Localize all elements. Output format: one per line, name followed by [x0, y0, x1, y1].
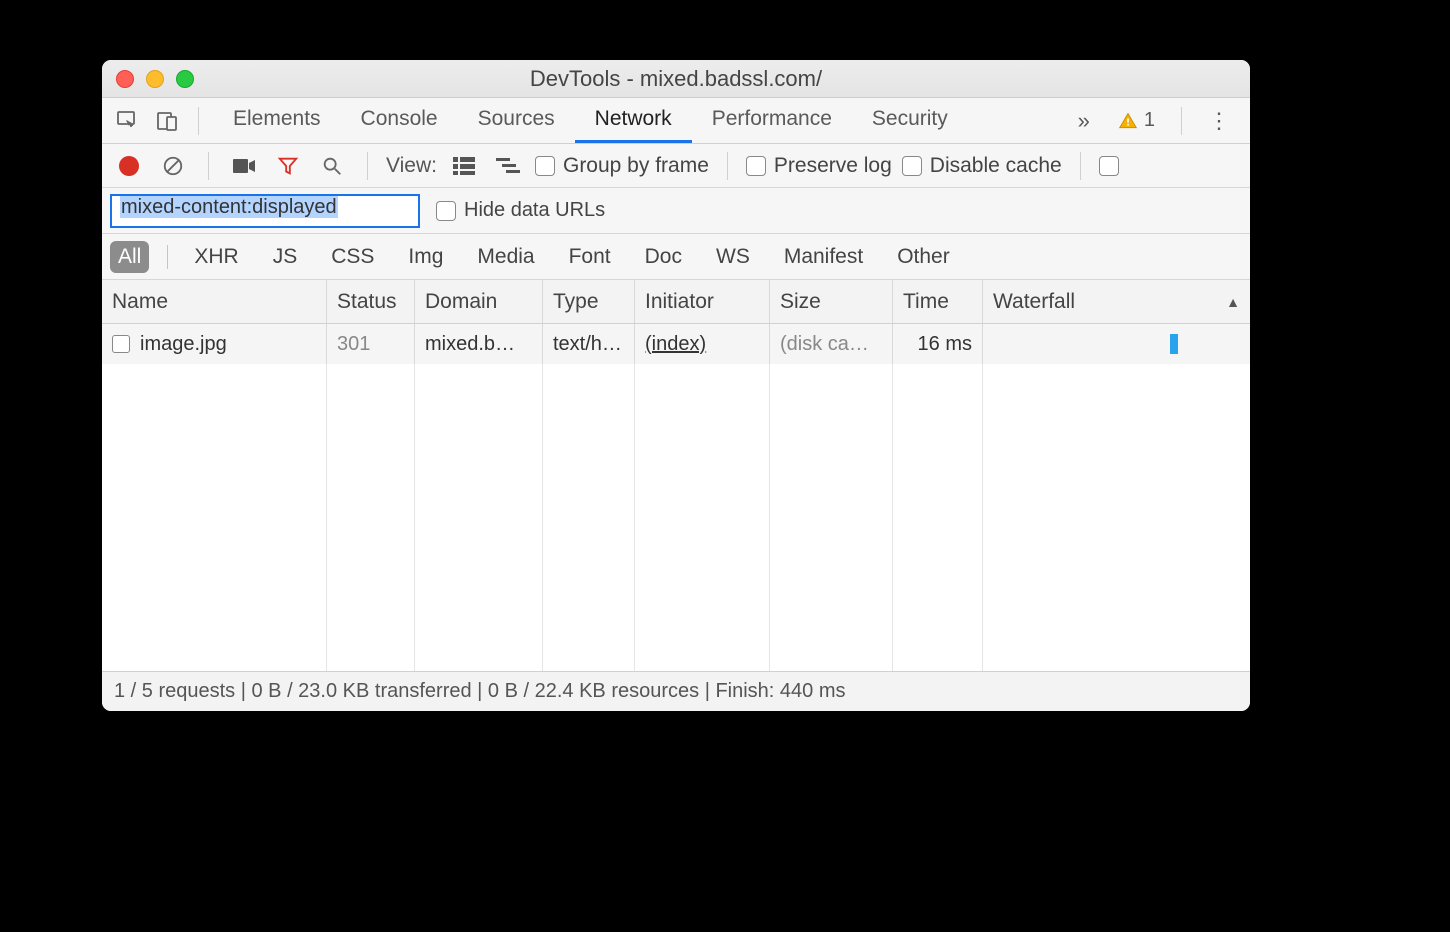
col-status[interactable]: Status: [327, 280, 415, 323]
record-button[interactable]: [112, 149, 146, 183]
cell-domain: mixed.b…: [415, 324, 543, 364]
window-title: DevTools - mixed.badssl.com/: [102, 66, 1250, 92]
warnings-badge[interactable]: 1: [1106, 109, 1167, 132]
inspect-element-icon[interactable]: [110, 104, 144, 138]
network-grid: Name Status Domain Type Initiator Size T…: [102, 280, 1250, 671]
type-filter-js[interactable]: JS: [265, 241, 306, 273]
group-by-frame-checkbox[interactable]: Group by frame: [535, 154, 709, 178]
type-filter-xhr[interactable]: XHR: [186, 241, 246, 273]
col-waterfall-label: Waterfall: [993, 290, 1075, 314]
search-icon[interactable]: [315, 149, 349, 183]
disable-cache-checkbox[interactable]: Disable cache: [902, 154, 1062, 178]
tab-network[interactable]: Network: [575, 98, 692, 143]
warning-count: 1: [1144, 109, 1155, 132]
file-icon: [112, 335, 130, 353]
statusbar-text: 1 / 5 requests | 0 B / 23.0 KB transferr…: [114, 680, 846, 703]
statusbar: 1 / 5 requests | 0 B / 23.0 KB transferr…: [102, 671, 1250, 711]
filter-row: mixed-content:displayed Hide data URLs: [102, 188, 1250, 234]
offline-checkbox-partial[interactable]: [1099, 156, 1119, 176]
divider: [167, 245, 168, 269]
tab-sources[interactable]: Sources: [458, 98, 575, 143]
cell-status: 301: [327, 324, 415, 364]
cell-time: 16 ms: [893, 324, 983, 364]
filter-input[interactable]: mixed-content:displayed: [110, 194, 420, 228]
divider: [367, 152, 368, 180]
main-tabs: Elements Console Sources Network Perform…: [102, 98, 1250, 144]
type-filter-all[interactable]: All: [110, 241, 149, 273]
warning-icon: [1118, 111, 1138, 131]
disable-cache-label: Disable cache: [930, 154, 1062, 178]
group-by-frame-label: Group by frame: [563, 154, 709, 178]
grid-header: Name Status Domain Type Initiator Size T…: [102, 280, 1250, 324]
clear-button[interactable]: [156, 149, 190, 183]
divider: [208, 152, 209, 180]
sort-indicator-icon: ▲: [1226, 294, 1240, 310]
cell-waterfall: [983, 324, 1250, 364]
capture-screenshots-icon[interactable]: [227, 149, 261, 183]
view-label: View:: [386, 154, 437, 178]
type-filter-css[interactable]: CSS: [323, 241, 382, 273]
overview-icon[interactable]: [491, 149, 525, 183]
divider: [727, 152, 728, 180]
type-filter-doc[interactable]: Doc: [637, 241, 690, 273]
tab-security[interactable]: Security: [852, 98, 968, 143]
devtools-window: DevTools - mixed.badssl.com/ Elements Co…: [102, 60, 1250, 711]
type-filter-media[interactable]: Media: [469, 241, 542, 273]
hide-data-urls-checkbox[interactable]: Hide data URLs: [436, 199, 605, 222]
column-guides: [102, 324, 1250, 671]
divider: [1181, 107, 1182, 135]
filter-icon[interactable]: [271, 149, 305, 183]
cell-type: text/h…: [543, 324, 635, 364]
col-initiator[interactable]: Initiator: [635, 280, 770, 323]
panel-tabs: Elements Console Sources Network Perform…: [213, 98, 1062, 143]
divider: [198, 107, 199, 135]
col-name[interactable]: Name: [102, 280, 327, 323]
preserve-log-checkbox[interactable]: Preserve log: [746, 154, 892, 178]
preserve-log-label: Preserve log: [774, 154, 892, 178]
type-filter-other[interactable]: Other: [889, 241, 958, 273]
col-waterfall[interactable]: Waterfall ▲: [983, 280, 1250, 323]
type-filter-img[interactable]: Img: [400, 241, 451, 273]
toggle-device-toolbar-icon[interactable]: [150, 104, 184, 138]
cell-name: image.jpg: [102, 324, 327, 364]
cell-initiator[interactable]: (index): [635, 324, 770, 364]
grid-body[interactable]: image.jpg 301 mixed.b… text/h… (index) (…: [102, 324, 1250, 671]
type-filter-ws[interactable]: WS: [708, 241, 758, 273]
settings-menu-button[interactable]: ⋮: [1196, 108, 1242, 134]
table-row[interactable]: image.jpg 301 mixed.b… text/h… (index) (…: [102, 324, 1250, 364]
cell-size: (disk ca…: [770, 324, 893, 364]
titlebar: DevTools - mixed.badssl.com/: [102, 60, 1250, 98]
tab-performance[interactable]: Performance: [692, 98, 852, 143]
tab-elements[interactable]: Elements: [213, 98, 341, 143]
col-time[interactable]: Time: [893, 280, 983, 323]
more-tabs-button[interactable]: »: [1068, 108, 1100, 134]
type-filter-manifest[interactable]: Manifest: [776, 241, 871, 273]
col-size[interactable]: Size: [770, 280, 893, 323]
type-filter-font[interactable]: Font: [561, 241, 619, 273]
large-rows-icon[interactable]: [447, 149, 481, 183]
type-filter-row: All XHR JS CSS Img Media Font Doc WS Man…: [102, 234, 1250, 280]
hide-data-urls-label: Hide data URLs: [464, 199, 605, 222]
network-toolbar: View: Group by frame Preserve log Disabl…: [102, 144, 1250, 188]
filter-input-value: mixed-content:displayed: [120, 196, 338, 218]
cell-name-text: image.jpg: [140, 333, 227, 356]
divider: [1080, 152, 1081, 180]
tab-console[interactable]: Console: [341, 98, 458, 143]
col-domain[interactable]: Domain: [415, 280, 543, 323]
col-type[interactable]: Type: [543, 280, 635, 323]
